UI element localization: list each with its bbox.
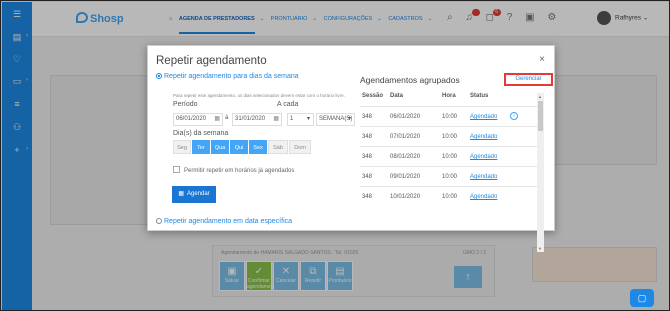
table-row: 348 09/01/2020 10:00 Agendado bbox=[360, 166, 540, 186]
radio-repeat-specific-date[interactable]: Repetir agendamento em data específica bbox=[156, 218, 292, 225]
radio-repeat-weekdays[interactable]: Repetir agendamento para dias da semana bbox=[156, 73, 299, 80]
day-qui[interactable]: Qui bbox=[230, 140, 248, 154]
day-sab[interactable]: Sáb bbox=[268, 140, 288, 154]
radio-unchecked-icon bbox=[156, 218, 162, 224]
calendar-icon: ▦ bbox=[273, 116, 279, 122]
grouped-title: Agendamentos agrupados bbox=[360, 75, 460, 85]
status-link[interactable]: Agendado bbox=[470, 154, 497, 160]
modal-title: Repetir agendamento bbox=[156, 55, 267, 67]
interval-label: A cada bbox=[277, 101, 299, 108]
close-icon[interactable]: × bbox=[539, 54, 545, 65]
day-seg[interactable]: Seg bbox=[173, 140, 191, 154]
table-scrollbar[interactable]: ▲ ▼ bbox=[537, 93, 544, 252]
date-separator: à bbox=[225, 115, 229, 121]
scroll-down-icon[interactable]: ▼ bbox=[538, 246, 542, 251]
checkbox-icon bbox=[173, 166, 180, 173]
days-label: Dia(s) da semana bbox=[173, 130, 229, 137]
start-date-field[interactable]: 06/01/2020 ▦ bbox=[173, 113, 223, 126]
manage-link[interactable]: Gerenciar bbox=[504, 73, 553, 86]
scroll-up-icon[interactable]: ▲ bbox=[538, 94, 542, 99]
end-date-field[interactable]: 31/01/2020 ▦ bbox=[232, 113, 282, 126]
interval-select[interactable]: 1 ▾ bbox=[287, 113, 314, 126]
table-header: Sessão Data Hora Status bbox=[362, 93, 489, 99]
chevron-down-icon: ▾ bbox=[347, 116, 351, 122]
day-qua[interactable]: Qua bbox=[211, 140, 229, 154]
radio-checked-icon bbox=[156, 73, 162, 79]
day-dom[interactable]: Dom bbox=[289, 140, 311, 154]
allow-repeat-checkbox[interactable]: Permitir repetir em horários já agendado… bbox=[173, 166, 294, 174]
chat-icon: ▢ bbox=[637, 293, 647, 303]
interval-unit-select[interactable]: SEMANA(S) ▾ bbox=[316, 113, 355, 126]
period-label: Período bbox=[173, 101, 198, 108]
app-frame: ☰ ▤ › ♡ ▭ › ≡ ⚇ + › Shosp ⌂ AGENDA DE PR… bbox=[0, 0, 670, 311]
scroll-thumb[interactable] bbox=[538, 101, 543, 131]
day-ter[interactable]: Ter bbox=[192, 140, 210, 154]
chat-fab[interactable]: ▢ bbox=[630, 289, 654, 307]
info-icon[interactable]: i bbox=[510, 112, 518, 120]
schedule-button[interactable]: ▦ Agendar bbox=[172, 186, 216, 203]
status-link[interactable]: Agendado bbox=[470, 134, 497, 140]
calendar-icon: ▦ bbox=[178, 191, 184, 197]
status-link[interactable]: Agendado bbox=[470, 174, 497, 180]
day-sex[interactable]: Sex bbox=[249, 140, 267, 154]
hint-text: Para repetir este agendamento, os dias s… bbox=[173, 93, 345, 98]
table-row: 348 10/01/2020 10:00 Agendado bbox=[360, 186, 540, 206]
repeat-appointment-modal: Repetir agendamento × Repetir agendament… bbox=[147, 45, 555, 252]
chevron-down-icon: ▾ bbox=[306, 116, 310, 122]
calendar-icon: ▦ bbox=[214, 116, 220, 122]
table-row: 348 06/01/2020 10:00 Agendado i bbox=[360, 106, 540, 126]
status-link[interactable]: Agendado bbox=[470, 114, 497, 120]
table-row: 348 07/01/2020 10:00 Agendado bbox=[360, 126, 540, 146]
status-link[interactable]: Agendado bbox=[470, 194, 497, 200]
table-row: 348 08/01/2020 10:00 Agendado bbox=[360, 146, 540, 166]
